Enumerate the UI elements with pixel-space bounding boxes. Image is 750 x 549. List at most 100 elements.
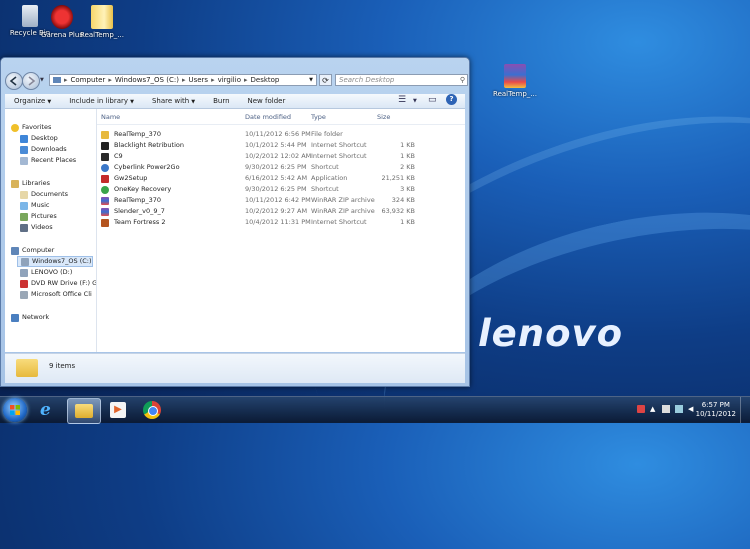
desktop-icon-realtemp-archive[interactable]: RealTemp_... [485, 64, 545, 98]
winrar-archive-icon [101, 197, 109, 205]
file-row[interactable]: Slender_v0_9_7 10/2/2012 9:27 AM WinRAR ZI… [97, 206, 465, 217]
help-icon[interactable]: ? [446, 94, 457, 105]
navigation-bar: ▼ ▸ Computer ▸ Windows7_OS (C:) ▸ Users … [5, 72, 468, 90]
file-row[interactable]: RealTemp_370 10/11/2012 6:42 PM WinRAR ZIP… [97, 195, 465, 206]
folder-icon [16, 359, 38, 377]
taskbar-windows-explorer[interactable] [67, 398, 101, 424]
music-icon [20, 201, 28, 210]
breadcrumb-virgilio[interactable]: virgilio [218, 76, 241, 84]
nav-pictures[interactable]: Pictures [20, 211, 57, 222]
file-row[interactable]: Gw2Setup 6/16/2012 5:42 AM Application 21,2… [97, 173, 465, 184]
libraries-icon [11, 179, 19, 188]
star-icon [11, 123, 19, 132]
breadcrumb-computer[interactable]: Computer [71, 76, 106, 84]
nav-dvd-drive[interactable]: DVD RW Drive (F:) G [20, 278, 96, 289]
nav-computer[interactable]: Computer [11, 245, 54, 256]
show-hidden-icons-icon[interactable]: ▲ [650, 405, 658, 413]
media-player-icon: ▶ [110, 402, 126, 418]
desktop-icon-label: RealTemp_... [493, 90, 537, 98]
blacklight-icon [101, 142, 109, 150]
item-count: 9 items [49, 362, 76, 370]
column-header-date[interactable]: Date modified [245, 111, 291, 123]
hard-drive-icon [21, 257, 29, 266]
security-shield-icon[interactable] [637, 405, 645, 413]
nav-music[interactable]: Music [20, 200, 50, 211]
windows-logo-icon [10, 405, 20, 415]
network-icon [11, 313, 19, 322]
taskbar-media-player[interactable]: ▶ [103, 398, 133, 422]
desktop-icon [20, 134, 28, 143]
explorer-window[interactable]: ▼ ▸ Computer ▸ Windows7_OS (C:) ▸ Users … [0, 57, 470, 387]
breadcrumb-users[interactable]: Users [188, 76, 208, 84]
gw2-setup-icon [101, 175, 109, 183]
breadcrumb-desktop[interactable]: Desktop [251, 76, 280, 84]
recent-places-icon [20, 156, 28, 165]
share-with-button[interactable]: Share with ▼ [143, 97, 204, 105]
file-row[interactable]: Cyberlink Power2Go 9/30/2012 6:25 PM Short… [97, 162, 465, 173]
show-desktop-button[interactable] [740, 397, 750, 423]
internet-explorer-icon: e [40, 400, 51, 420]
system-clock[interactable]: 6:57 PM 10/11/2012 [696, 401, 736, 419]
power2go-icon [101, 164, 109, 172]
file-row[interactable]: RealTemp_370 10/11/2012 6:56 PM File folde… [97, 129, 465, 140]
new-folder-button[interactable]: New folder [239, 97, 295, 105]
computer-icon [53, 77, 61, 83]
downloads-icon [20, 145, 28, 154]
forward-arrow-icon [28, 76, 36, 86]
navigation-pane: Favorites Desktop Downloads Recent Place… [5, 109, 97, 352]
preview-pane-icon[interactable]: ▭ [428, 95, 437, 105]
view-options-icon[interactable]: ☰ [398, 95, 406, 105]
taskbar-internet-explorer[interactable]: e [34, 398, 64, 422]
nav-downloads[interactable]: Downloads [20, 144, 67, 155]
column-header-name[interactable]: Name [101, 111, 120, 123]
folder-icon [75, 404, 93, 418]
chevron-down-icon[interactable]: ▼ [413, 98, 417, 104]
nav-documents[interactable]: Documents [20, 189, 68, 200]
recent-pages-chevron-icon[interactable]: ▼ [40, 77, 44, 83]
nav-c-drive[interactable]: Windows7_OS (C:) [17, 256, 93, 267]
desktop-icon-label: RealTemp_... [80, 31, 124, 39]
file-row[interactable]: Team Fortress 2 10/4/2012 11:31 PM Interne… [97, 217, 465, 228]
breadcrumb-c-drive[interactable]: Windows7_OS (C:) [115, 76, 179, 84]
nav-favorites[interactable]: Favorites [11, 122, 51, 133]
file-row[interactable]: Blacklight Retribution 10/1/2012 5:44 PM I… [97, 140, 465, 151]
nav-videos[interactable]: Videos [20, 222, 53, 233]
column-header-type[interactable]: Type [311, 111, 326, 123]
organize-button[interactable]: Organize ▼ [5, 97, 60, 105]
nav-network[interactable]: Network [11, 312, 49, 323]
taskbar-chrome[interactable] [137, 398, 167, 422]
start-button[interactable] [3, 398, 27, 422]
folder-icon [91, 5, 113, 29]
dvd-drive-icon [20, 279, 28, 288]
include-in-library-button[interactable]: Include in library ▼ [60, 97, 143, 105]
back-button[interactable] [5, 72, 23, 90]
burn-button[interactable]: Burn [204, 97, 238, 105]
refresh-button[interactable]: ⟳ [319, 74, 332, 86]
file-row[interactable]: C9 10/2/2012 12:02 AM Internet Shortcut 1 K… [97, 151, 465, 162]
clock-date: 10/11/2012 [695, 410, 736, 418]
nav-office-drive[interactable]: Microsoft Office Cli [20, 289, 92, 300]
network-status-icon[interactable] [675, 405, 683, 413]
forward-button[interactable] [22, 72, 40, 90]
address-bar[interactable]: ▸ Computer ▸ Windows7_OS (C:) ▸ Users ▸ … [49, 74, 317, 86]
c9-icon [101, 153, 109, 161]
search-input[interactable]: Search Desktop ⚲ [335, 74, 468, 86]
action-center-flag-icon[interactable] [662, 405, 670, 413]
documents-icon [20, 190, 28, 199]
nav-desktop[interactable]: Desktop [20, 133, 58, 144]
chevron-down-icon: ▼ [47, 99, 52, 105]
nav-recent-places[interactable]: Recent Places [20, 155, 76, 166]
team-fortress-icon [101, 219, 109, 227]
command-bar: Organize ▼ Include in library ▼ Share with… [5, 94, 465, 109]
address-dropdown-icon[interactable]: ▼ [309, 77, 313, 83]
hard-drive-icon [20, 268, 28, 277]
taskbar: e ▶ ▲ ◀ 6:57 PM 10/11/2012 [0, 396, 750, 424]
office-drive-icon [20, 290, 28, 299]
nav-d-drive[interactable]: LENOVO (D:) [20, 267, 72, 278]
desktop-icon-realtemp-folder[interactable]: RealTemp_... [72, 5, 132, 39]
onekey-recovery-icon [101, 186, 109, 194]
nav-libraries[interactable]: Libraries [11, 178, 50, 189]
refresh-icon: ⟳ [322, 76, 329, 85]
file-row[interactable]: OneKey Recovery 9/30/2012 6:25 PM Shortcut… [97, 184, 465, 195]
column-header-size[interactable]: Size [377, 111, 390, 123]
